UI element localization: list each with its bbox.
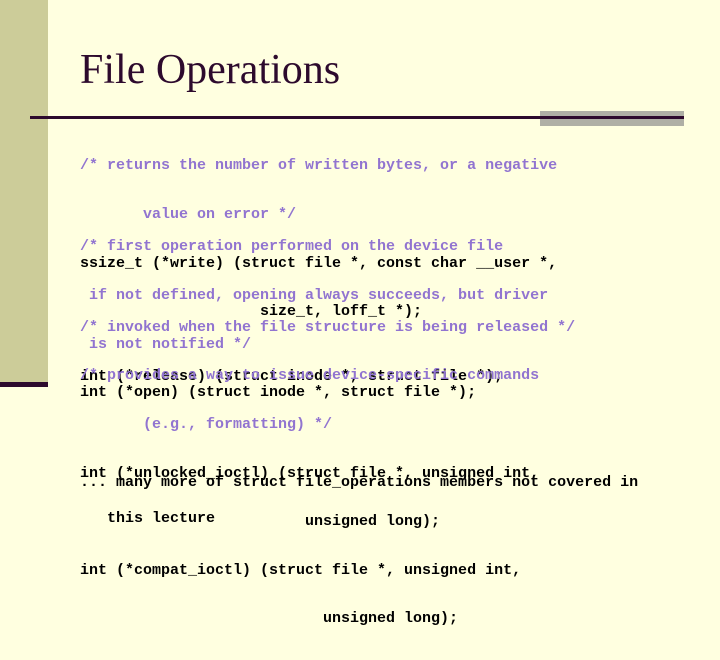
slide-title: File Operations bbox=[80, 47, 341, 93]
comment-line: /* first operation performed on the devi… bbox=[80, 238, 504, 256]
note-line: this lecture bbox=[80, 510, 216, 527]
comment-line: /* invoked when the file structure is be… bbox=[80, 319, 576, 337]
comment-line: (e.g., formatting) */ bbox=[80, 416, 333, 433]
comment-line: /* provides a way to issue device-specif… bbox=[80, 367, 540, 385]
sidebar-accent-bar bbox=[0, 0, 48, 382]
slide: File Operations /* returns the number of… bbox=[0, 0, 720, 627]
comment-line: /* returns the number of written bytes, … bbox=[80, 157, 558, 175]
closing-note: ... many more of struct file_operations … bbox=[80, 453, 638, 549]
title-rule-line bbox=[30, 116, 684, 119]
sidebar-footer-bar bbox=[0, 382, 48, 387]
note-line: ... many more of struct file_operations … bbox=[80, 474, 639, 491]
code-line: unsigned long); bbox=[80, 610, 459, 628]
code-line: int (*compat_ioctl) (struct file *, unsi… bbox=[80, 561, 522, 579]
